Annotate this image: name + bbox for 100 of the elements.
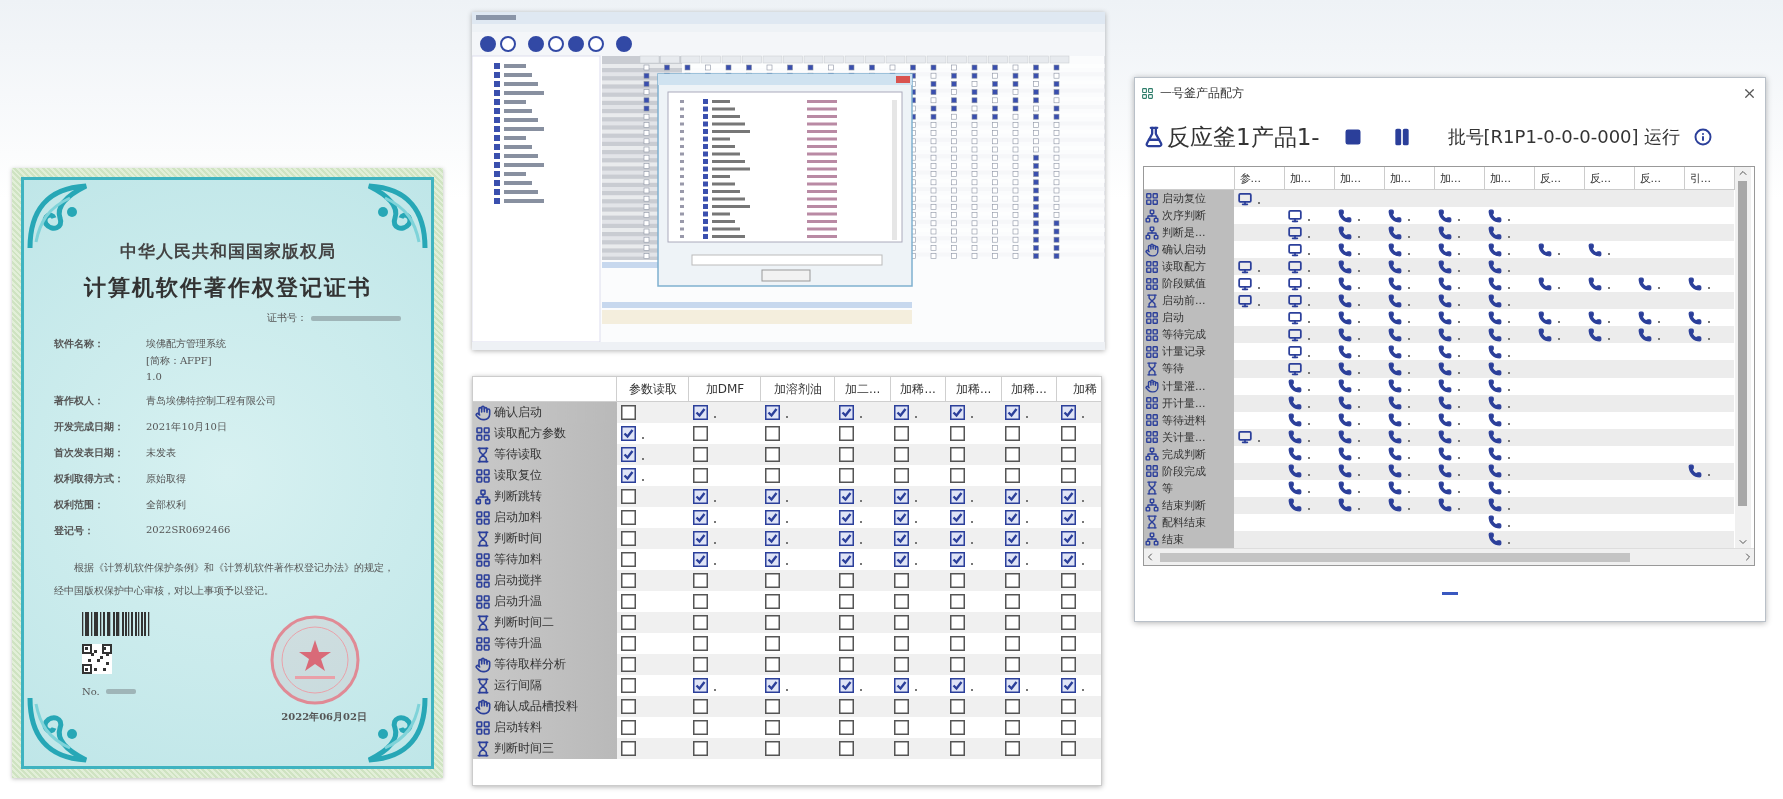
- checkbox[interactable]: [764, 720, 780, 735]
- checkbox[interactable]: [692, 426, 708, 441]
- checkbox[interactable]: [1005, 552, 1021, 567]
- checkbox[interactable]: [620, 447, 636, 462]
- info-icon[interactable]: [1694, 128, 1713, 146]
- checkbox[interactable]: [894, 405, 910, 420]
- checkbox[interactable]: [692, 615, 708, 630]
- checkbox[interactable]: [949, 510, 965, 525]
- checkbox[interactable]: [1060, 636, 1076, 651]
- checkbox[interactable]: [949, 594, 965, 609]
- stop-icon[interactable]: [1343, 128, 1362, 146]
- checkbox[interactable]: [1060, 615, 1076, 630]
- checkbox[interactable]: [838, 741, 854, 756]
- checkbox[interactable]: [838, 573, 854, 588]
- checkbox[interactable]: [764, 405, 780, 420]
- checkbox[interactable]: [764, 615, 780, 630]
- checkbox[interactable]: [692, 636, 708, 651]
- checkbox[interactable]: [838, 426, 854, 441]
- checkbox[interactable]: [764, 573, 780, 588]
- checkbox[interactable]: [764, 657, 780, 672]
- checkbox[interactable]: [1060, 531, 1076, 546]
- checkbox[interactable]: [620, 426, 636, 441]
- checkbox[interactable]: [620, 405, 636, 420]
- checkbox[interactable]: [894, 510, 910, 525]
- checkbox[interactable]: [894, 552, 910, 567]
- checkbox[interactable]: [620, 552, 636, 567]
- checkbox[interactable]: [949, 426, 965, 441]
- checkbox[interactable]: [1060, 426, 1076, 441]
- checkbox[interactable]: [764, 468, 780, 483]
- checkbox[interactable]: [949, 447, 965, 462]
- checkbox[interactable]: [949, 678, 965, 693]
- checkbox[interactable]: [838, 405, 854, 420]
- checkbox[interactable]: [764, 531, 780, 546]
- checkbox[interactable]: [949, 531, 965, 546]
- checkbox[interactable]: [949, 573, 965, 588]
- checkbox[interactable]: [949, 741, 965, 756]
- checkbox[interactable]: [620, 594, 636, 609]
- checkbox[interactable]: [764, 510, 780, 525]
- checkbox[interactable]: [838, 531, 854, 546]
- scroll-thumb[interactable]: [1738, 181, 1747, 506]
- checkbox[interactable]: [1005, 426, 1021, 441]
- checkbox[interactable]: [1060, 720, 1076, 735]
- checkbox[interactable]: [620, 699, 636, 714]
- checkbox[interactable]: [692, 531, 708, 546]
- horizontal-scrollbar[interactable]: [1144, 548, 1754, 565]
- checkbox[interactable]: [1005, 531, 1021, 546]
- checkbox[interactable]: [1060, 699, 1076, 714]
- checkbox[interactable]: [949, 405, 965, 420]
- checkbox[interactable]: [949, 699, 965, 714]
- checkbox[interactable]: [620, 741, 636, 756]
- checkbox[interactable]: [764, 426, 780, 441]
- checkbox[interactable]: [692, 510, 708, 525]
- checkbox[interactable]: [1060, 468, 1076, 483]
- checkbox[interactable]: [764, 552, 780, 567]
- checkbox[interactable]: [692, 594, 708, 609]
- checkbox[interactable]: [838, 699, 854, 714]
- checkbox[interactable]: [894, 489, 910, 504]
- checkbox[interactable]: [1060, 552, 1076, 567]
- checkbox[interactable]: [620, 657, 636, 672]
- checkbox[interactable]: [620, 531, 636, 546]
- checkbox[interactable]: [838, 615, 854, 630]
- checkbox[interactable]: [1060, 510, 1076, 525]
- checkbox[interactable]: [894, 531, 910, 546]
- checkbox[interactable]: [1005, 678, 1021, 693]
- checkbox[interactable]: [894, 615, 910, 630]
- checkbox[interactable]: [1005, 699, 1021, 714]
- checkbox[interactable]: [692, 405, 708, 420]
- checkbox[interactable]: [1005, 657, 1021, 672]
- checkbox[interactable]: [764, 636, 780, 651]
- checkbox[interactable]: [949, 657, 965, 672]
- checkbox[interactable]: [949, 615, 965, 630]
- checkbox[interactable]: [764, 741, 780, 756]
- checkbox[interactable]: [1060, 405, 1076, 420]
- checkbox[interactable]: [894, 741, 910, 756]
- vertical-scrollbar[interactable]: [1734, 167, 1751, 548]
- checkbox[interactable]: [894, 573, 910, 588]
- checkbox[interactable]: [620, 636, 636, 651]
- checkbox[interactable]: [838, 468, 854, 483]
- checkbox[interactable]: [838, 510, 854, 525]
- checkbox[interactable]: [894, 699, 910, 714]
- checkbox[interactable]: [894, 678, 910, 693]
- checkbox[interactable]: [1060, 741, 1076, 756]
- checkbox[interactable]: [838, 594, 854, 609]
- checkbox[interactable]: [1060, 447, 1076, 462]
- checkbox[interactable]: [894, 657, 910, 672]
- checkbox[interactable]: [949, 489, 965, 504]
- checkbox[interactable]: [894, 594, 910, 609]
- checkbox[interactable]: [620, 615, 636, 630]
- checkbox[interactable]: [764, 699, 780, 714]
- checkbox[interactable]: [894, 468, 910, 483]
- checkbox[interactable]: [1005, 405, 1021, 420]
- checkbox[interactable]: [1005, 489, 1021, 504]
- checkbox[interactable]: [764, 594, 780, 609]
- scroll-thumb[interactable]: [1160, 552, 1630, 562]
- checkbox[interactable]: [692, 699, 708, 714]
- checkbox[interactable]: [1005, 573, 1021, 588]
- checkbox[interactable]: [1060, 594, 1076, 609]
- checkbox[interactable]: [1005, 741, 1021, 756]
- checkbox[interactable]: [692, 741, 708, 756]
- checkbox[interactable]: [949, 468, 965, 483]
